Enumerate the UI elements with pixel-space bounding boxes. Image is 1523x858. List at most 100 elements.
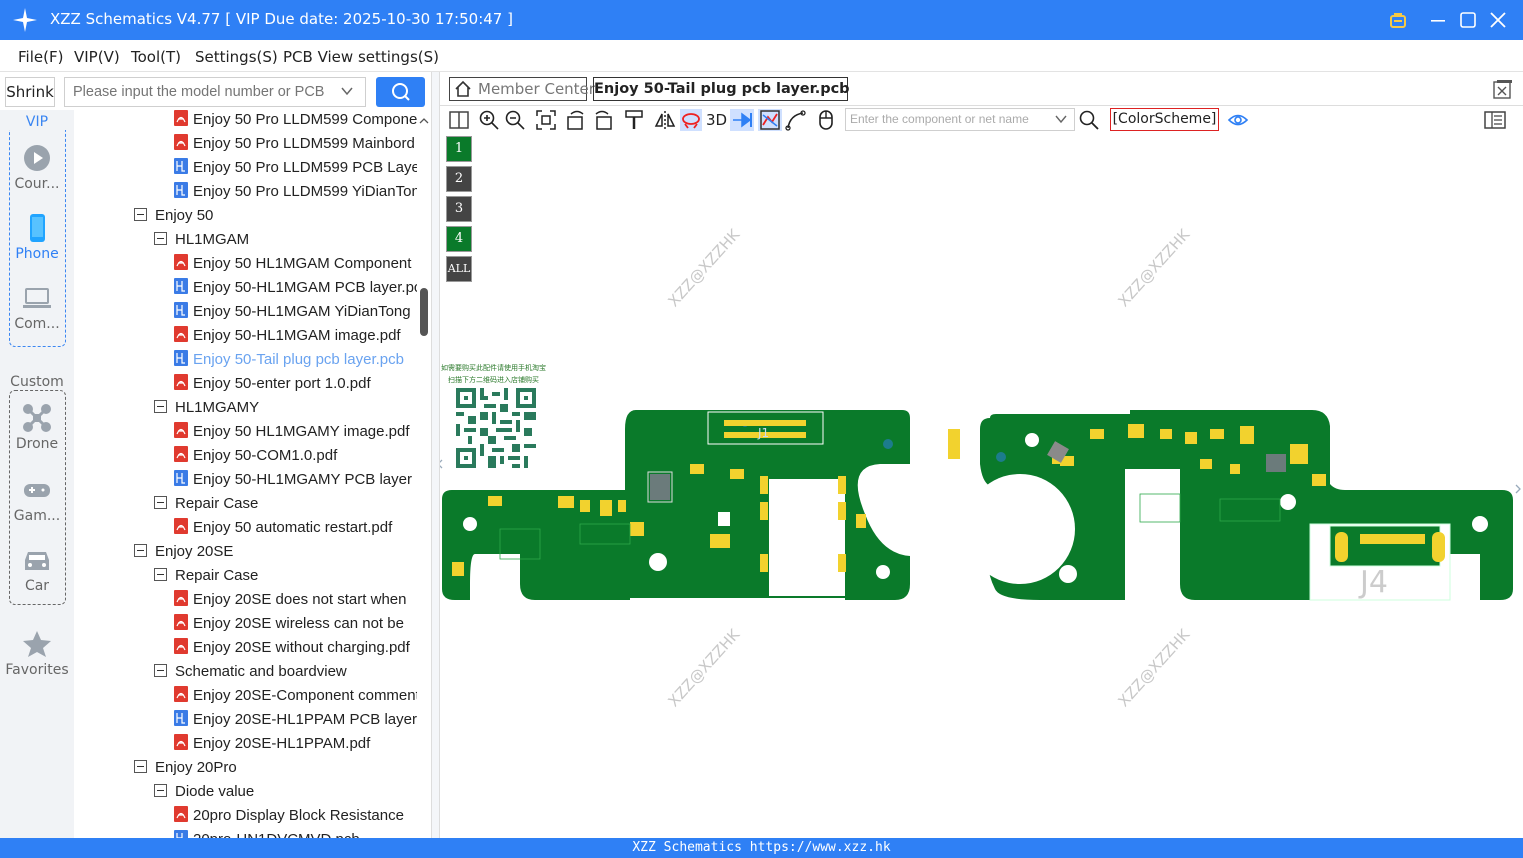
tree-file-item[interactable]: Enjoy 50 Pro LLDM599 Mainbord image (174, 132, 417, 156)
nav-item-drone[interactable]: Drone (0, 404, 74, 452)
tree-file-item[interactable]: Enjoy 20SE without charging.pdf (174, 636, 410, 660)
vip-bag-icon[interactable] (1386, 8, 1410, 32)
nav-item-phone[interactable]: Phone (0, 214, 74, 262)
collapse-toggle-icon[interactable] (134, 544, 147, 557)
tree-folder[interactable]: Enjoy 50 (134, 204, 213, 228)
nav-item-favorites[interactable]: Favorites (0, 630, 74, 678)
menu-vip[interactable]: VIP(V) (74, 48, 120, 66)
tree-file-item[interactable]: Enjoy 50-Tail plug pcb layer.pcb (174, 348, 404, 372)
collapse-toggle-icon[interactable] (154, 664, 167, 677)
layer-button-all[interactable]: ALL (446, 256, 472, 282)
collapse-toggle-icon[interactable] (134, 760, 147, 773)
component-search-icon[interactable] (1078, 109, 1100, 131)
board-side-icon[interactable] (680, 109, 702, 131)
nav-item-game[interactable]: Gam... (0, 476, 74, 524)
model-search-input[interactable] (64, 77, 366, 107)
tree-file-item[interactable]: Enjoy 20SE-Component comments (174, 684, 417, 708)
tree-folder[interactable]: HL1MGAM (154, 228, 249, 252)
rotate-left-icon[interactable] (565, 109, 587, 131)
tab-member-center[interactable]: Member Center (449, 77, 595, 101)
split-view-icon[interactable] (448, 109, 470, 131)
tree-file-item[interactable]: Enjoy 50 HL1MGAM Component (174, 252, 411, 276)
pcb-file-icon (174, 158, 193, 176)
collapse-toggle-icon[interactable] (154, 568, 167, 581)
visibility-eye-icon[interactable] (1227, 109, 1249, 131)
tree-file-item[interactable]: Enjoy 20SE does not start when (174, 588, 406, 612)
tree-file-item[interactable]: Enjoy 20SE-HL1PPAM.pdf (174, 732, 370, 756)
pin-mode-icon[interactable] (730, 109, 754, 131)
tree-folder[interactable]: Schematic and boardview (154, 660, 347, 684)
mouse-mode-icon[interactable] (815, 109, 837, 131)
tree-file-item[interactable]: Enjoy 50 Pro LLDM599 Component (174, 110, 417, 132)
tree-file-item[interactable]: 20pro-HN1DVCMVD.pcb (174, 828, 360, 838)
zoom-in-icon[interactable] (478, 109, 500, 131)
layer-button-2[interactable]: 2 (446, 166, 472, 192)
component-dropdown-chevron-icon[interactable] (1054, 112, 1068, 126)
net-highlight-icon[interactable] (758, 109, 782, 131)
tree-file-item[interactable]: Enjoy 50-HL1MGAM image.pdf (174, 324, 401, 348)
tree-folder[interactable]: Enjoy 20Pro (134, 756, 237, 780)
paint-roller-icon[interactable] (623, 109, 645, 131)
search-dropdown-chevron-icon[interactable] (340, 84, 354, 98)
tree-folder[interactable]: HL1MGAMY (154, 396, 259, 420)
nav-item-courses[interactable]: Cour... (0, 144, 74, 192)
tree-folder[interactable]: Diode value (154, 780, 254, 804)
maximize-button[interactable] (1456, 8, 1480, 32)
tree-file-item[interactable]: Enjoy 20SE-HL1PPAM PCB layer (174, 708, 417, 732)
panel-divider[interactable] (431, 72, 440, 838)
canvas-left-collapse-icon[interactable] (440, 444, 444, 484)
layer-button-4[interactable]: 4 (446, 226, 472, 252)
layer-button-3[interactable]: 3 (446, 196, 472, 222)
menu-settings[interactable]: Settings(S) (195, 48, 278, 66)
tree-folder[interactable]: Enjoy 20SE (134, 540, 233, 564)
nav-item-computer[interactable]: Com... (0, 284, 74, 332)
car-icon (25, 552, 49, 570)
tree-file-item[interactable]: Enjoy 50-HL1MGAM YiDianTong (174, 300, 411, 324)
tree-file-item[interactable]: Enjoy 50 Pro LLDM599 PCB Layer.pcb (174, 156, 417, 180)
minimize-button[interactable] (1426, 8, 1450, 32)
color-scheme-button[interactable]: [ColorScheme] (1110, 108, 1219, 131)
rotate-right-icon[interactable] (592, 109, 614, 131)
pcb-canvas[interactable]: 1 2 3 4 ALL XZZ@XZZHK XZZ@XZZHK XZZ@XZZH… (440, 134, 1523, 838)
search-button[interactable] (376, 77, 425, 107)
collapse-toggle-icon[interactable] (154, 784, 167, 797)
tree-file-item[interactable]: Enjoy 50 HL1MGAMY image.pdf (174, 420, 410, 444)
side-panel-toggle-icon[interactable] (1484, 109, 1506, 131)
menu-pcb-view-settings[interactable]: PCB View settings(S) (283, 48, 439, 66)
j4-label: J4 (1358, 565, 1388, 600)
collapse-toggle-icon[interactable] (154, 400, 167, 413)
tree-file-item[interactable]: Enjoy 50-enter port 1.0.pdf (174, 372, 371, 396)
tree-file-item[interactable]: 20pro Display Block Resistance (174, 804, 404, 828)
toggle-3d-button[interactable]: 3D (706, 109, 732, 131)
component-search-input[interactable]: Enter the component or net name (845, 108, 1075, 131)
fit-view-icon[interactable] (535, 109, 557, 131)
collapse-toggle-icon[interactable] (154, 496, 167, 509)
canvas-right-collapse-icon[interactable] (1514, 469, 1523, 509)
tree-file-item[interactable]: Enjoy 50-HL1MGAMY PCB layer (174, 468, 412, 492)
close-button[interactable] (1486, 8, 1510, 32)
layer-button-1[interactable]: 1 (446, 136, 472, 162)
zoom-out-icon[interactable] (504, 109, 526, 131)
trace-curve-icon[interactable] (785, 109, 807, 131)
tree-folder[interactable]: Repair Case (154, 492, 258, 516)
tree-scrollbar-thumb[interactable] (420, 288, 428, 336)
tab-active-pcb[interactable]: Enjoy 50-Tail plug pcb layer.pcb (593, 77, 850, 101)
menu-file[interactable]: File(F) (18, 48, 63, 66)
tree-file-item[interactable]: Enjoy 50-HL1MGAM PCB layer.pcb (174, 276, 417, 300)
collapse-toggle-icon[interactable] (134, 208, 147, 221)
tree-file-item[interactable]: Enjoy 50 Pro LLDM599 YiDianTong (174, 180, 417, 204)
tree-file-item[interactable]: Enjoy 20SE wireless can not be (174, 612, 404, 636)
pcb-board-view[interactable]: J1 J2 J4 (440, 404, 1523, 604)
collapse-toggle-icon[interactable] (154, 232, 167, 245)
tree-file-item[interactable]: Enjoy 50 automatic restart.pdf (174, 516, 392, 540)
scroll-up-icon[interactable] (417, 114, 431, 128)
tree-scrollbar[interactable] (417, 110, 431, 838)
close-all-tabs-icon[interactable] (1492, 80, 1512, 100)
menu-tool[interactable]: Tool(T) (131, 48, 181, 66)
qr-caption: 如需要购买此配件请使用手机淘宝 (441, 364, 546, 372)
mirror-flip-icon[interactable] (654, 109, 676, 131)
shrink-button[interactable]: Shrink (5, 77, 55, 107)
nav-item-car[interactable]: Car (0, 546, 74, 594)
tree-folder[interactable]: Repair Case (154, 564, 258, 588)
tree-file-item[interactable]: Enjoy 50-COM1.0.pdf (174, 444, 337, 468)
